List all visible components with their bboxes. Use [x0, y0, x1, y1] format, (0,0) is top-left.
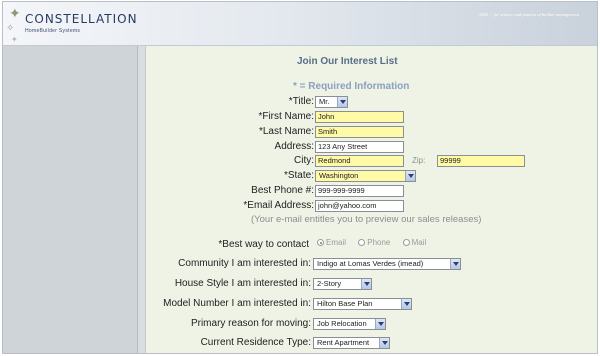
required-note: * = Required Information [293, 81, 410, 92]
last-name-field[interactable]: Smith [315, 126, 404, 138]
email-label: *Email Address: [243, 200, 314, 211]
state-label: *State: [283, 170, 314, 181]
email-field[interactable]: john@yahoo.com [315, 200, 404, 212]
residence-select[interactable]: Rent Apartment [313, 337, 390, 349]
phone-field[interactable]: 999-999-9999 [315, 185, 404, 197]
reason-select[interactable]: Job Relocation [313, 318, 386, 330]
contact-option-label: Mail [411, 238, 427, 247]
title-select-value: Mr. [319, 97, 330, 106]
star-icon: ✦ [9, 5, 21, 21]
house-style-label: House Style I am interested in: [174, 278, 311, 289]
phone-label: Best Phone #: [251, 185, 314, 196]
community-label: Community I am interested in: [178, 258, 311, 269]
community-select-value: Indigo at Lomas Verdes (imead) [317, 259, 424, 268]
model-select-value: Hilton Base Plan [317, 299, 373, 308]
residence-label: Current Residence Type: [200, 337, 311, 348]
star-icon: ✧ [6, 23, 15, 34]
first-name-label: *First Name: [258, 111, 314, 122]
zip-label: Zip: [412, 156, 426, 165]
left-sidebar [3, 46, 138, 353]
chevron-down-icon[interactable] [375, 319, 385, 329]
residence-select-value: Rent Apartment [317, 338, 370, 347]
browser-frame: ✦ ✧ ✦ CONSTELLATION HomeBuilder Systems … [2, 1, 598, 354]
contact-option-email[interactable]: Email [317, 238, 346, 247]
first-name-field[interactable]: John [315, 111, 404, 123]
contact-option-mail[interactable]: Mail [402, 238, 427, 247]
chevron-down-icon[interactable] [401, 299, 411, 309]
logo-subtext: HomeBuilder Systems [25, 28, 81, 34]
title-label: *Title: [288, 96, 314, 107]
city-label: City: [294, 155, 314, 166]
chevron-down-icon[interactable] [405, 171, 415, 181]
contact-option-phone[interactable]: Phone [358, 238, 390, 247]
state-select-value: Washington [319, 171, 359, 180]
radio-selected-icon[interactable] [317, 239, 324, 246]
chevron-down-icon[interactable] [337, 97, 347, 107]
header-tagline: 2005 ... for science and passion of buil… [479, 12, 579, 17]
contact-label: *Best way to contact [218, 239, 309, 250]
contact-option-label: Phone [367, 238, 391, 247]
chevron-down-icon[interactable] [379, 338, 389, 348]
state-select[interactable]: Washington [315, 170, 416, 182]
zip-field[interactable]: 99999 [437, 155, 525, 167]
house-style-select-value: 2-Story [317, 279, 342, 288]
address-field[interactable]: 123 Any Street [315, 141, 404, 153]
city-field[interactable]: Redmond [315, 155, 404, 167]
radio-icon[interactable] [358, 239, 366, 246]
interest-form: Join Our Interest List * = Required Info… [147, 46, 597, 353]
address-label: Address: [274, 141, 314, 152]
chevron-down-icon[interactable] [361, 279, 371, 289]
reason-label: Primary reason for moving: [190, 318, 311, 329]
contact-radio-group: Email Phone Mail [317, 238, 436, 247]
email-note: (Your e-mail entitles you to preview our… [251, 214, 482, 225]
community-select[interactable]: Indigo at Lomas Verdes (imead) [313, 258, 461, 270]
form-title: Join Our Interest List [297, 56, 398, 67]
logo-text: CONSTELLATION [25, 12, 138, 26]
contact-option-label: Email [326, 238, 347, 247]
house-style-select[interactable]: 2-Story [313, 278, 372, 290]
site-header: ✦ ✧ ✦ CONSTELLATION HomeBuilder Systems … [3, 2, 597, 46]
radio-icon[interactable] [402, 239, 410, 246]
last-name-label: *Last Name: [258, 126, 314, 137]
reason-select-value: Job Relocation [317, 319, 367, 328]
sidebar-divider [138, 46, 146, 353]
star-icon: ✦ [11, 35, 18, 44]
chevron-down-icon[interactable] [450, 259, 460, 269]
title-select[interactable]: Mr. [315, 96, 348, 108]
model-select[interactable]: Hilton Base Plan [313, 298, 412, 310]
model-label: Model Number I am interested in: [163, 298, 311, 309]
